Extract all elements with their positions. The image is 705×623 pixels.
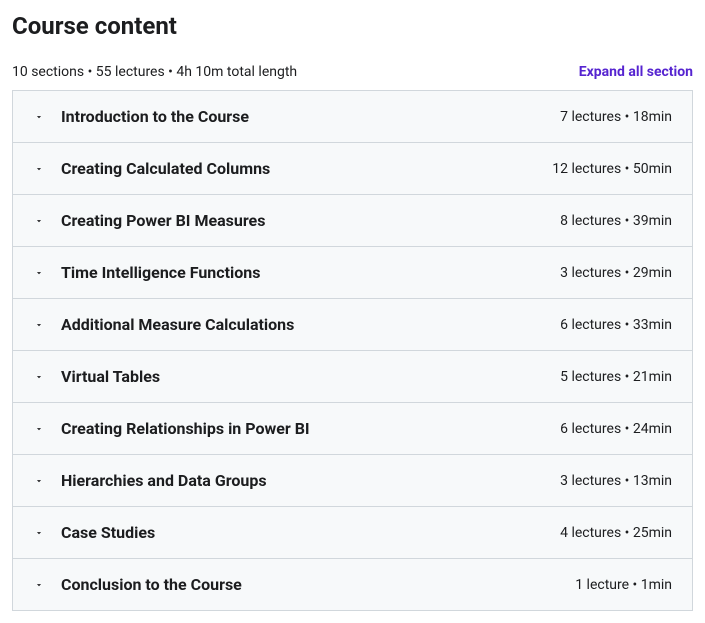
chevron-down-icon xyxy=(33,215,45,227)
section-left: Conclusion to the Course xyxy=(33,575,242,594)
section-left: Case Studies xyxy=(33,523,155,542)
section-title: Hierarchies and Data Groups xyxy=(61,471,267,490)
chevron-down-icon xyxy=(33,423,45,435)
section-title: Creating Power BI Measures xyxy=(61,211,265,230)
section-title: Creating Calculated Columns xyxy=(61,159,270,178)
section-meta: 1 lecture • 1min xyxy=(575,577,672,593)
section-left: Creating Calculated Columns xyxy=(33,159,270,178)
section-meta: 8 lectures • 39min xyxy=(560,213,672,229)
section-row[interactable]: Creating Calculated Columns 12 lectures … xyxy=(13,143,692,195)
section-title: Virtual Tables xyxy=(61,367,160,386)
section-title: Conclusion to the Course xyxy=(61,575,242,594)
section-meta: 12 lectures • 50min xyxy=(552,161,672,177)
section-left: Additional Measure Calculations xyxy=(33,315,294,334)
section-row[interactable]: Introduction to the Course 7 lectures • … xyxy=(13,91,692,143)
chevron-down-icon xyxy=(33,527,45,539)
page-title: Course content xyxy=(12,12,693,40)
section-meta: 7 lectures • 18min xyxy=(560,109,672,125)
chevron-down-icon xyxy=(33,319,45,331)
section-meta: 6 lectures • 24min xyxy=(560,421,672,437)
section-title: Time Intelligence Functions xyxy=(61,263,260,282)
summary-text: 10 sections • 55 lectures • 4h 10m total… xyxy=(12,64,297,80)
section-row[interactable]: Additional Measure Calculations 6 lectur… xyxy=(13,299,692,351)
section-title: Case Studies xyxy=(61,523,155,542)
section-row[interactable]: Creating Relationships in Power BI 6 lec… xyxy=(13,403,692,455)
summary-row: 10 sections • 55 lectures • 4h 10m total… xyxy=(12,64,693,80)
section-meta: 4 lectures • 25min xyxy=(560,525,672,541)
sections-list: Introduction to the Course 7 lectures • … xyxy=(12,90,693,611)
section-row[interactable]: Virtual Tables 5 lectures • 21min xyxy=(13,351,692,403)
section-meta: 3 lectures • 29min xyxy=(560,265,672,281)
chevron-down-icon xyxy=(33,163,45,175)
chevron-down-icon xyxy=(33,111,45,123)
section-meta: 3 lectures • 13min xyxy=(560,473,672,489)
section-meta: 6 lectures • 33min xyxy=(560,317,672,333)
section-row[interactable]: Hierarchies and Data Groups 3 lectures •… xyxy=(13,455,692,507)
section-left: Hierarchies and Data Groups xyxy=(33,471,267,490)
section-left: Time Intelligence Functions xyxy=(33,263,260,282)
chevron-down-icon xyxy=(33,267,45,279)
section-title: Introduction to the Course xyxy=(61,107,249,126)
section-row[interactable]: Time Intelligence Functions 3 lectures •… xyxy=(13,247,692,299)
section-title: Creating Relationships in Power BI xyxy=(61,419,310,438)
section-left: Introduction to the Course xyxy=(33,107,249,126)
section-left: Creating Power BI Measures xyxy=(33,211,265,230)
section-row[interactable]: Conclusion to the Course 1 lecture • 1mi… xyxy=(13,559,692,610)
section-title: Additional Measure Calculations xyxy=(61,315,294,334)
section-row[interactable]: Case Studies 4 lectures • 25min xyxy=(13,507,692,559)
section-left: Virtual Tables xyxy=(33,367,160,386)
chevron-down-icon xyxy=(33,475,45,487)
chevron-down-icon xyxy=(33,371,45,383)
expand-all-button[interactable]: Expand all section xyxy=(579,64,693,80)
section-meta: 5 lectures • 21min xyxy=(560,369,672,385)
chevron-down-icon xyxy=(33,579,45,591)
section-row[interactable]: Creating Power BI Measures 8 lectures • … xyxy=(13,195,692,247)
section-left: Creating Relationships in Power BI xyxy=(33,419,310,438)
